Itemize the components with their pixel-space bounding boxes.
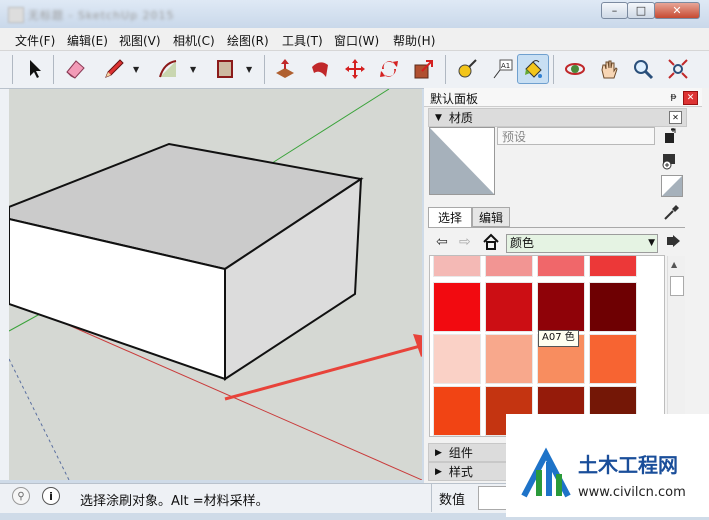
menu-edit[interactable]: 编辑(E) [67, 32, 108, 49]
status-hint: 选择涂刷对象。Alt =材料采样。 [80, 494, 269, 509]
select-arrow-icon[interactable] [20, 55, 48, 83]
material-swatch[interactable] [485, 282, 533, 332]
zoom-extents-icon[interactable] [664, 55, 692, 83]
menu-bar: 文件(F) 编辑(E) 视图(V) 相机(C) 绘图(R) 工具(T) 窗口(W… [0, 28, 709, 51]
menu-camera[interactable]: 相机(C) [173, 32, 215, 49]
toolbar: ▼ ▼ ▼ A1 [0, 51, 709, 89]
text-label-icon[interactable]: A1 [488, 55, 516, 83]
pan-hand-icon[interactable] [595, 55, 623, 83]
model-canvas [9, 89, 422, 480]
section-close-icon[interactable]: ✕ [669, 111, 682, 124]
expand-triangle-icon: ▶ [435, 466, 442, 477]
swatch-tooltip: A07 色 [538, 330, 579, 347]
swatch-scrollbar[interactable]: ▲ [667, 256, 685, 436]
move-icon[interactable] [341, 55, 369, 83]
pencil-line-icon[interactable] [100, 55, 128, 83]
tab-select[interactable]: 选择 [428, 207, 472, 227]
material-swatch[interactable] [433, 334, 481, 384]
model-viewport[interactable] [9, 89, 422, 480]
app-icon [8, 7, 24, 23]
material-swatch[interactable] [485, 256, 533, 277]
menu-window[interactable]: 窗口(W) [334, 32, 379, 49]
material-swatch[interactable] [589, 256, 637, 277]
material-swatch[interactable] [589, 334, 637, 384]
material-swatch[interactable] [433, 386, 481, 436]
details-arrow-icon[interactable] [666, 233, 682, 249]
menu-draw[interactable]: 绘图(R) [227, 32, 269, 49]
tray-header: 默认面板 ᵽ ✕ [424, 88, 702, 107]
follow-me-icon[interactable] [306, 55, 334, 83]
watermark-logo: 土木工程网 www.civilcn.com [521, 447, 686, 500]
forward-icon[interactable]: ⇨ [459, 234, 471, 250]
tray-title: 默认面板 [430, 92, 479, 106]
close-button[interactable]: ✕ [654, 2, 700, 19]
green-axis [268, 89, 390, 166]
chevron-down-icon[interactable]: ▼ [246, 65, 252, 74]
create-material-icon[interactable] [662, 128, 678, 144]
eyedropper-icon[interactable] [662, 204, 680, 222]
rotate-icon[interactable] [375, 55, 403, 83]
paint-bucket-icon[interactable] [517, 54, 549, 84]
styles-title: 样式 [448, 465, 473, 479]
material-swatch[interactable] [537, 256, 585, 277]
tab-edit[interactable]: 编辑 [472, 207, 510, 227]
window-title: 无标题 - SketchUp 2015 [28, 9, 175, 22]
geo-location-icon[interactable]: ⚲ [12, 487, 30, 505]
tape-measure-icon[interactable] [453, 55, 481, 83]
expand-triangle-icon: ▶ [435, 447, 442, 458]
eraser-icon[interactable] [61, 55, 89, 83]
material-name-field[interactable]: 预设 [497, 127, 655, 145]
maximize-button[interactable]: □ [627, 2, 655, 19]
rectangle-icon[interactable] [211, 55, 239, 83]
collection-value: 颜色 [510, 236, 535, 250]
material-swatch[interactable] [485, 334, 533, 384]
chevron-down-icon[interactable]: ▼ [133, 65, 139, 74]
svg-text:A1: A1 [501, 62, 510, 70]
material-swatch[interactable] [433, 256, 481, 277]
orbit-icon[interactable] [561, 55, 589, 83]
material-preview-swatch [429, 127, 495, 195]
arc-icon[interactable] [154, 55, 182, 83]
scroll-thumb[interactable] [670, 276, 684, 296]
scroll-up-icon[interactable]: ▲ [671, 260, 677, 269]
pin-icon[interactable]: ᵽ [667, 91, 680, 103]
collection-select[interactable]: 颜色 ▼ [506, 234, 658, 253]
collapse-triangle-icon: ▼ [435, 112, 442, 123]
material-swatch[interactable] [433, 282, 481, 332]
measurements-label: 数值 [439, 493, 466, 508]
minimize-button[interactable]: – [601, 2, 628, 19]
menu-help[interactable]: 帮助(H) [393, 32, 435, 49]
home-icon[interactable] [482, 233, 500, 251]
tray-close-icon[interactable]: ✕ [683, 91, 698, 105]
watermark-url-text: www.civilcn.com [578, 485, 686, 500]
chevron-down-icon: ▼ [648, 238, 655, 248]
scale-icon[interactable] [410, 55, 438, 83]
materials-section-header[interactable]: ▼ 材质 ✕ [428, 108, 687, 127]
blue-axis [9, 358, 70, 480]
menu-file[interactable]: 文件(F) [15, 32, 55, 49]
menu-tools[interactable]: 工具(T) [282, 32, 323, 49]
back-icon[interactable]: ⇦ [436, 234, 448, 250]
components-title: 组件 [448, 446, 473, 460]
watermark: 土木工程网 www.civilcn.com [506, 414, 709, 517]
zoom-icon[interactable] [629, 55, 657, 83]
default-material-icon[interactable] [661, 175, 683, 197]
watermark-cn-text: 土木工程网 [578, 453, 678, 477]
measurements-input[interactable] [478, 486, 508, 510]
material-swatch[interactable] [537, 282, 585, 332]
push-pull-icon[interactable] [271, 55, 299, 83]
chevron-down-icon[interactable]: ▼ [190, 65, 196, 74]
material-swatch[interactable] [589, 282, 637, 332]
sample-paint-icon[interactable] [661, 152, 679, 170]
annotation-arrow-head [413, 334, 422, 357]
menu-view[interactable]: 视图(V) [119, 32, 161, 49]
info-icon[interactable]: i [42, 487, 60, 505]
materials-title: 材质 [448, 111, 473, 125]
